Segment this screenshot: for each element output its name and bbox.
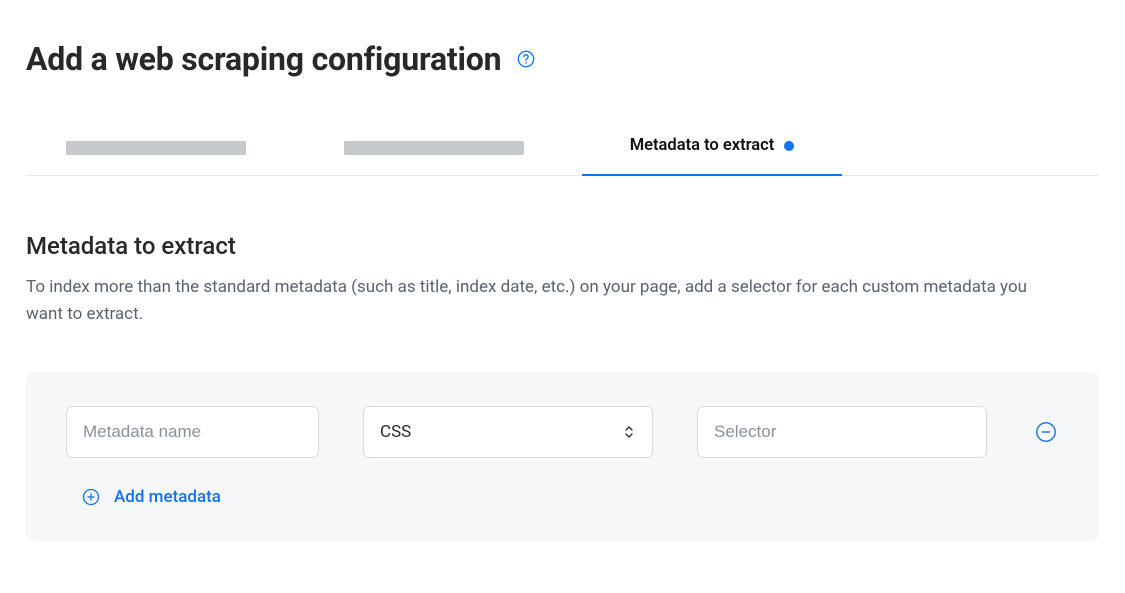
metadata-name-field-wrap: [66, 406, 319, 458]
tab-metadata-to-extract[interactable]: Metadata to extract: [582, 136, 842, 175]
tab-label: Metadata to extract: [630, 136, 775, 155]
metadata-name-input[interactable]: [83, 422, 302, 442]
selector-field-wrap: [697, 406, 987, 458]
tab-placeholder-bar: [66, 141, 246, 155]
page-title: Add a web scraping configuration: [26, 40, 501, 78]
tab-placeholder-bar: [344, 141, 524, 155]
metadata-row: CSS: [66, 406, 1059, 458]
add-metadata-label: Add metadata: [114, 487, 221, 507]
add-metadata-button[interactable]: Add metadata: [66, 486, 221, 508]
chevron-updown-icon: [622, 423, 636, 441]
tab-indicator-dot: [784, 141, 794, 151]
section-description: To index more than the standard metadata…: [26, 274, 1066, 328]
selector-type-dropdown[interactable]: CSS: [363, 406, 653, 458]
tab-2[interactable]: [304, 141, 564, 175]
selector-input[interactable]: [714, 422, 970, 442]
tabs: Metadata to extract: [26, 136, 1099, 176]
remove-row-button[interactable]: [1033, 419, 1059, 445]
section-heading: Metadata to extract: [26, 232, 1099, 260]
tab-1[interactable]: [26, 141, 286, 175]
metadata-panel: CSS: [26, 372, 1099, 541]
help-icon[interactable]: [515, 48, 537, 70]
selector-type-value: CSS: [380, 422, 411, 442]
plus-circle-icon: [80, 486, 102, 508]
